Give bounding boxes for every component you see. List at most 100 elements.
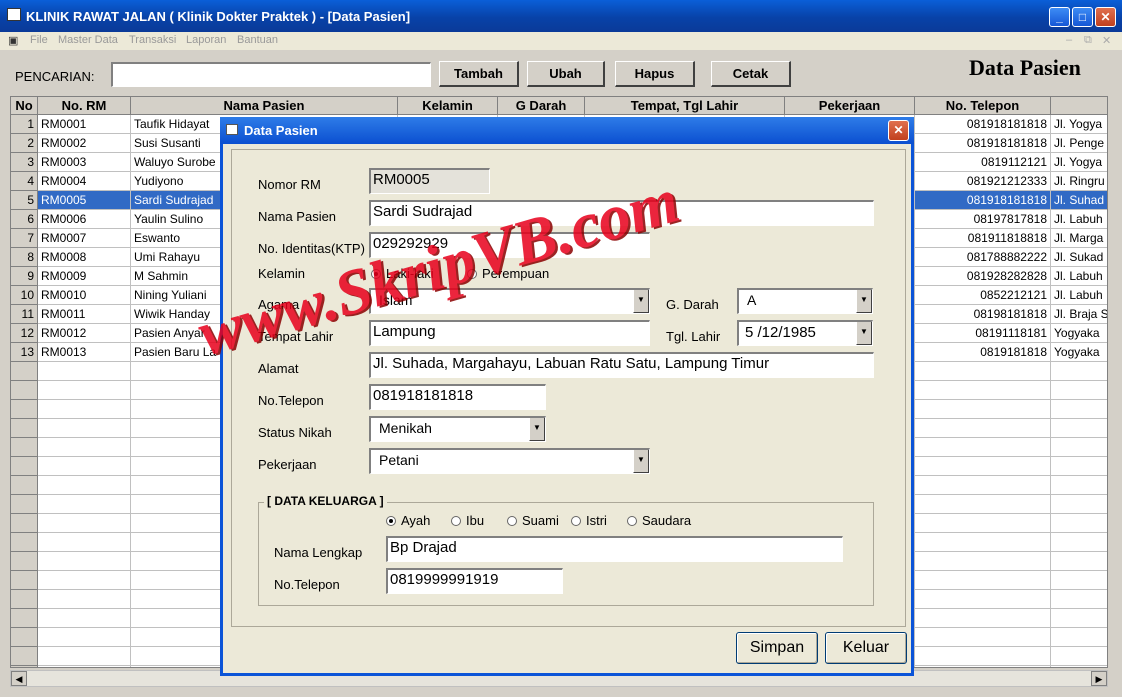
row-number-cell[interactable] [11,666,38,667]
menu-transaksi[interactable]: Transaksi [129,34,176,46]
grid-cell[interactable] [915,647,1051,666]
grid-cell[interactable]: 0819112121 [915,153,1051,172]
grid-header-alamat[interactable] [1051,97,1107,115]
grid-header-nama[interactable]: Nama Pasien [131,97,398,115]
grid-cell[interactable]: Jl. Labuh [1051,286,1107,305]
grid-cell[interactable]: Jl. Penge [1051,134,1107,153]
grid-cell[interactable] [38,362,131,381]
ktp-input[interactable]: 029292929 [369,232,650,258]
grid-cell[interactable]: RM0011 [38,305,131,324]
grid-cell[interactable] [38,628,131,647]
grid-cell[interactable] [1051,419,1107,438]
radio-istri[interactable]: Istri [571,513,607,528]
grid-cell[interactable] [915,666,1051,667]
radio-ibu[interactable]: Ibu [451,513,484,528]
grid-cell[interactable]: RM0008 [38,248,131,267]
row-number-cell[interactable] [11,495,38,514]
grid-cell[interactable] [1051,457,1107,476]
grid-cell[interactable]: Yogyaka [1051,343,1107,362]
mdi-restore-icon[interactable]: ⧉ [1084,34,1092,47]
row-number-cell[interactable] [11,552,38,571]
grid-cell[interactable]: 081911818818 [915,229,1051,248]
grid-cell[interactable]: RM0006 [38,210,131,229]
row-number-cell[interactable]: 11 [11,305,38,324]
grid-header-pekerjaan[interactable]: Pekerjaan [785,97,915,115]
simpan-button[interactable]: Simpan [736,632,818,664]
grid-header-tempat-tgl[interactable]: Tempat, Tgl Lahir [585,97,785,115]
status-nikah-select[interactable]: Menikah ▼ [369,416,546,442]
row-number-cell[interactable] [11,514,38,533]
grid-cell[interactable] [915,457,1051,476]
tgl-lahir-picker[interactable]: 5 /12/1985 ▼ [737,320,873,346]
row-number-cell[interactable] [11,476,38,495]
grid-cell[interactable] [38,419,131,438]
grid-cell[interactable]: RM0012 [38,324,131,343]
grid-cell[interactable] [38,381,131,400]
grid-cell[interactable] [38,552,131,571]
grid-cell[interactable] [38,476,131,495]
grid-cell[interactable] [915,381,1051,400]
grid-cell[interactable]: 081921212333 [915,172,1051,191]
grid-cell[interactable] [1051,571,1107,590]
grid-cell[interactable]: 08191118181 [915,324,1051,343]
chevron-down-icon[interactable]: ▼ [633,450,649,473]
scroll-left-icon[interactable]: ◀ [11,671,27,686]
grid-cell[interactable] [1051,514,1107,533]
grid-cell[interactable] [915,362,1051,381]
row-number-cell[interactable]: 8 [11,248,38,267]
gdarah-select[interactable]: A ▼ [737,288,873,314]
grid-cell[interactable]: RM0009 [38,267,131,286]
grid-cell[interactable]: Jl. Marga [1051,229,1107,248]
chevron-down-icon[interactable]: ▼ [856,290,872,313]
keluar-button[interactable]: Keluar [825,632,907,664]
grid-cell[interactable]: 081928282828 [915,267,1051,286]
hapus-button[interactable]: Hapus [615,61,695,87]
search-input[interactable] [111,62,431,87]
radio-laki-laki[interactable]: Laki-laki [371,266,434,281]
row-number-cell[interactable] [11,438,38,457]
alamat-input[interactable]: Jl. Suhada, Margahayu, Labuan Ratu Satu,… [369,352,874,378]
grid-cell[interactable] [915,609,1051,628]
grid-cell[interactable] [1051,628,1107,647]
grid-cell[interactable] [38,438,131,457]
grid-cell[interactable] [915,628,1051,647]
radio-saudara[interactable]: Saudara [627,513,691,528]
menu-laporan[interactable]: Laporan [186,34,226,46]
grid-cell[interactable]: Jl. Labuh [1051,267,1107,286]
grid-cell[interactable] [915,419,1051,438]
row-number-cell[interactable]: 10 [11,286,38,305]
grid-cell[interactable]: RM0007 [38,229,131,248]
mdi-close-icon[interactable]: ✕ [1102,34,1111,47]
grid-cell[interactable] [38,590,131,609]
maximize-button[interactable]: □ [1072,7,1093,27]
grid-header-telepon[interactable]: No. Telepon [915,97,1051,115]
grid-cell[interactable] [1051,647,1107,666]
row-number-cell[interactable] [11,533,38,552]
grid-cell[interactable] [1051,609,1107,628]
row-number-cell[interactable]: 2 [11,134,38,153]
nama-pasien-input[interactable]: Sardi Sudrajad [369,200,874,226]
menu-file[interactable]: File [30,34,48,46]
grid-cell[interactable]: 081918181818 [915,191,1051,210]
row-number-cell[interactable]: 4 [11,172,38,191]
chevron-down-icon[interactable]: ▼ [529,418,545,441]
grid-cell[interactable]: 081788882222 [915,248,1051,267]
grid-cell[interactable]: RM0005 [38,191,131,210]
row-number-cell[interactable]: 5 [11,191,38,210]
grid-cell[interactable]: 08198181818 [915,305,1051,324]
ubah-button[interactable]: Ubah [527,61,605,87]
grid-cell[interactable] [38,647,131,666]
dialog-close-button[interactable]: ✕ [888,120,909,141]
row-number-cell[interactable] [11,628,38,647]
row-number-cell[interactable]: 1 [11,115,38,134]
row-number-cell[interactable] [11,647,38,666]
grid-cell[interactable] [1051,438,1107,457]
cetak-button[interactable]: Cetak [711,61,791,87]
row-number-cell[interactable]: 6 [11,210,38,229]
radio-perempuan[interactable]: Perempuan [467,266,549,281]
grid-cell[interactable] [38,571,131,590]
row-number-cell[interactable] [11,362,38,381]
grid-cell[interactable] [38,514,131,533]
tambah-button[interactable]: Tambah [439,61,519,87]
pekerjaan-select[interactable]: Petani ▼ [369,448,650,474]
